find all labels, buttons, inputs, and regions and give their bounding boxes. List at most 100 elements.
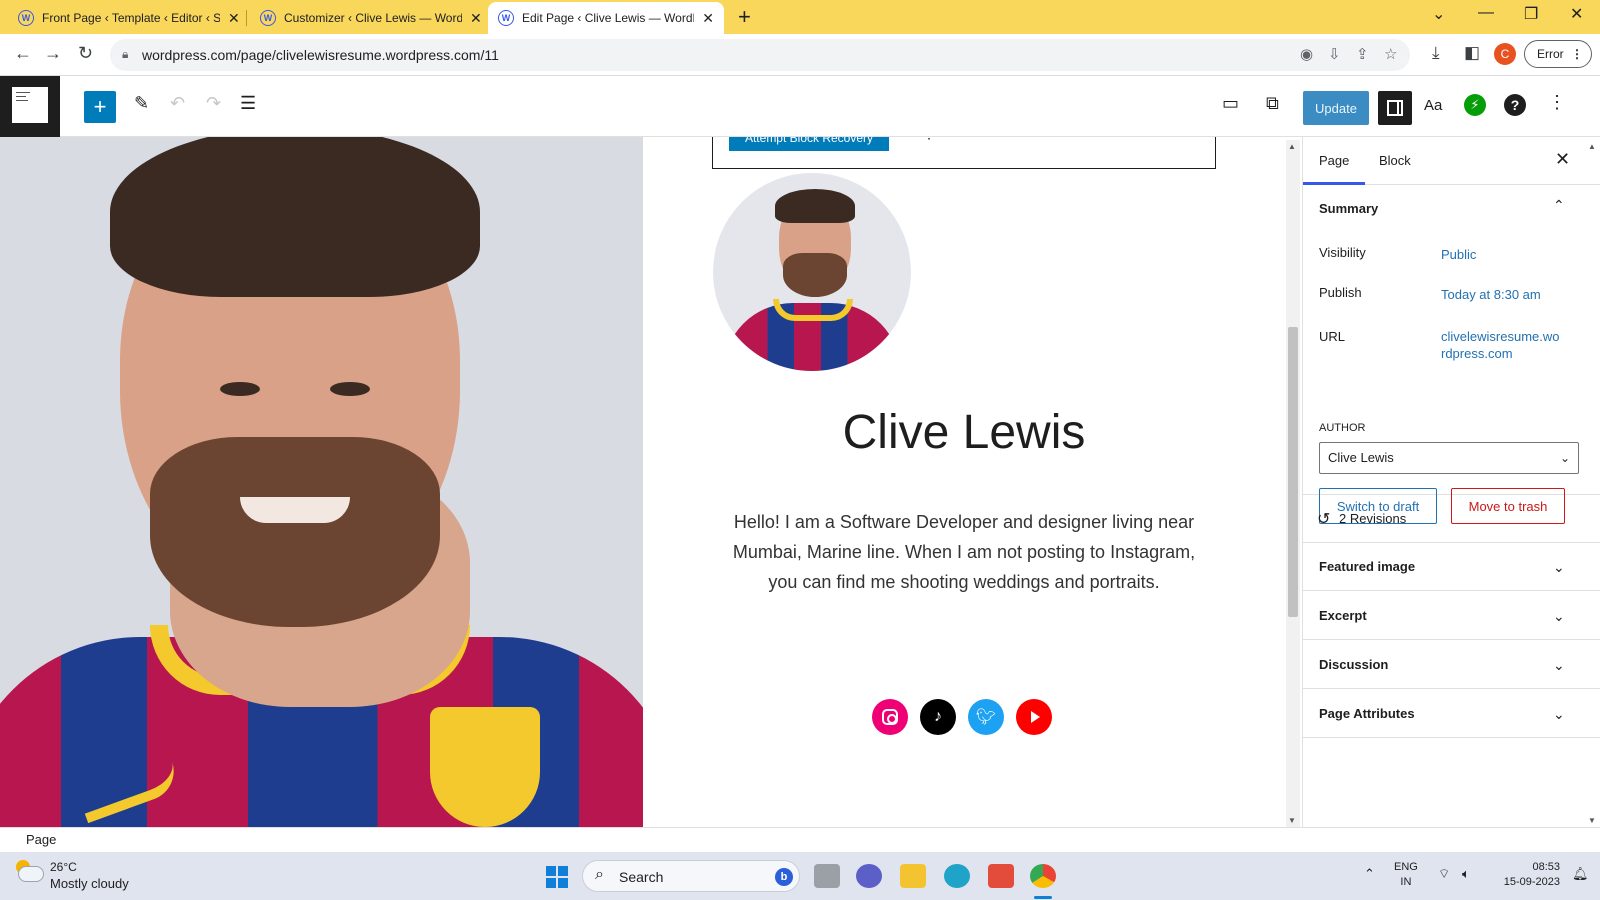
update-button[interactable]: Update [1303,91,1369,125]
teams-chat-icon[interactable] [856,864,882,888]
sidebar-tabs: Page Block ✕ [1303,137,1600,185]
panel-title: Featured image [1319,559,1416,574]
close-sidebar-icon[interactable]: ✕ [1555,149,1570,170]
scroll-up-icon[interactable]: ▲ [1588,142,1596,151]
editor-canvas[interactable]: Attempt Block Recovery ⋮ Clive Lewis Hel… [0,137,1288,827]
jetpack-icon[interactable]: ⚡︎ [1464,94,1486,116]
windows-start-icon[interactable] [546,866,568,888]
cover-image[interactable] [0,137,643,827]
tab-title: Front Page ‹ Template ‹ Editor ‹ S [42,11,220,25]
active-app-indicator [1034,896,1052,899]
volume-icon[interactable]: 🔈︎ [1462,866,1470,882]
install-app-icon[interactable]: ⇩ [1328,45,1341,63]
scrollbar-thumb[interactable] [1288,327,1298,617]
options-menu-icon[interactable]: ⋮ [1548,92,1566,113]
edge-icon[interactable] [944,864,970,888]
chevron-up-icon[interactable]: ⌃ [1553,197,1565,214]
chevron-down-icon: ⌄ [1559,451,1570,465]
temperature-text: 26°C [50,860,77,874]
chrome-icon[interactable] [1030,864,1056,888]
youtube-icon[interactable] [1016,699,1052,735]
tools-pencil-icon[interactable]: ✎ [134,93,149,114]
block-inserter-button[interactable]: + [84,91,116,123]
summary-title[interactable]: Summary [1319,201,1378,216]
canvas-scrollbar[interactable]: ▲ ▼ [1286,140,1300,827]
search-label: Search [619,869,664,885]
close-tab-icon[interactable]: ✕ [702,10,714,27]
browser-tab-active[interactable]: W Edit Page ‹ Clive Lewis — WordPr ✕ [488,2,724,34]
discussion-panel[interactable]: Discussion ⌄ [1303,641,1600,689]
downloads-icon[interactable]: ⤓ [1432,43,1440,63]
minimize-icon[interactable]: — [1478,4,1494,22]
side-panel-icon[interactable]: ◧ [1464,43,1480,63]
share-icon[interactable]: ⇪ [1356,45,1369,63]
block-more-options-icon[interactable]: ⋮ [922,137,936,142]
history-icon: ↺ [1317,511,1331,528]
windows-taskbar: 26°C Mostly cloudy ⌕ Search b ⌃ ENG IN ⌔… [0,852,1600,900]
show-hidden-icons[interactable]: ⌃ [1364,866,1375,882]
error-button[interactable]: Error ⋮ [1524,40,1592,68]
social-icons: ♪ 🐦︎ [872,699,1052,735]
task-view-icon[interactable] [814,864,840,888]
instagram-icon[interactable] [872,699,908,735]
view-page-icon[interactable]: ⧉ [1266,93,1279,114]
cloud-icon [18,866,44,882]
author-select[interactable]: Clive Lewis ⌄ [1319,442,1579,474]
list-view-icon[interactable]: ☰ [240,93,256,114]
settings-toggle-button[interactable] [1378,91,1412,125]
bookmark-star-icon[interactable]: ☆ [1384,45,1397,63]
microsoft-store-icon[interactable] [988,864,1014,888]
page-attributes-panel[interactable]: Page Attributes ⌄ [1303,690,1600,738]
new-tab-button[interactable]: + [738,4,751,30]
address-bar[interactable]: 🔒︎ wordpress.com/page/clivelewisresume.w… [110,39,1410,71]
forward-icon[interactable]: → [44,43,62,64]
preview-icon[interactable]: ▭ [1222,93,1239,114]
redo-icon[interactable]: ↷ [206,93,221,114]
more-menu-icon[interactable]: ⋮ [1571,41,1583,67]
site-icon-button[interactable] [0,76,60,137]
wifi-icon[interactable]: ⌔ [1438,866,1450,882]
publish-value[interactable]: Today at 8:30 am [1441,286,1581,303]
tab-search-icon[interactable]: ⌄ [1432,4,1445,24]
breadcrumb-page[interactable]: Page [26,832,56,847]
close-tab-icon[interactable]: ✕ [470,10,482,27]
blocked-cookies-icon[interactable]: ◉ [1300,45,1313,63]
sidebar-scrollbar[interactable]: ▲ ▼ [1586,140,1600,827]
twitter-icon[interactable]: 🐦︎ [968,699,1004,735]
url-text[interactable]: wordpress.com/page/clivelewisresume.word… [142,47,499,63]
notifications-icon[interactable]: 🔔︎ [1572,866,1589,882]
reload-icon[interactable]: ↻ [78,43,93,64]
scroll-down-icon[interactable]: ▼ [1588,816,1596,825]
browser-tab[interactable]: W Front Page ‹ Template ‹ Editor ‹ S ✕ [8,2,250,34]
site-title-heading[interactable]: Clive Lewis [712,405,1216,460]
error-label: Error [1537,47,1564,61]
profile-avatar[interactable]: C [1494,43,1516,65]
back-icon[interactable]: ← [14,43,32,64]
close-window-icon[interactable]: ✕ [1570,4,1583,24]
tab-block[interactable]: Block [1363,137,1427,185]
help-icon[interactable]: ? [1504,94,1526,116]
scroll-up-icon[interactable]: ▲ [1288,142,1296,151]
url-value[interactable]: clivelewisresume.wordpress.com [1441,328,1561,362]
bio-paragraph[interactable]: Hello! I am a Software Developer and des… [732,507,1196,597]
styles-button[interactable]: Aa [1424,97,1442,114]
language-indicator[interactable]: ENG IN [1394,860,1418,890]
featured-image-panel[interactable]: Featured image ⌄ [1303,543,1600,591]
browser-tab[interactable]: W Customizer ‹ Clive Lewis — Word ✕ [250,2,492,34]
taskbar-search[interactable]: ⌕ Search b [582,860,800,892]
attempt-block-recovery-button[interactable]: Attempt Block Recovery [729,137,889,151]
visibility-value[interactable]: Public [1441,246,1561,263]
excerpt-panel[interactable]: Excerpt ⌄ [1303,592,1600,640]
bing-icon[interactable]: b [775,868,793,886]
revisions-link[interactable]: ↺ 2 Revisions [1303,495,1600,543]
lock-icon[interactable]: 🔒︎ [122,47,128,62]
tab-page[interactable]: Page [1303,137,1366,185]
profile-image[interactable] [713,173,911,371]
maximize-icon[interactable]: ❐ [1524,4,1538,24]
undo-icon[interactable]: ↶ [170,93,185,114]
close-tab-icon[interactable]: ✕ [228,10,240,27]
tiktok-icon[interactable]: ♪ [920,699,956,735]
scroll-down-icon[interactable]: ▼ [1288,816,1296,825]
file-explorer-icon[interactable] [900,864,926,888]
system-clock[interactable]: 08:53 15-09-2023 [1494,860,1560,890]
